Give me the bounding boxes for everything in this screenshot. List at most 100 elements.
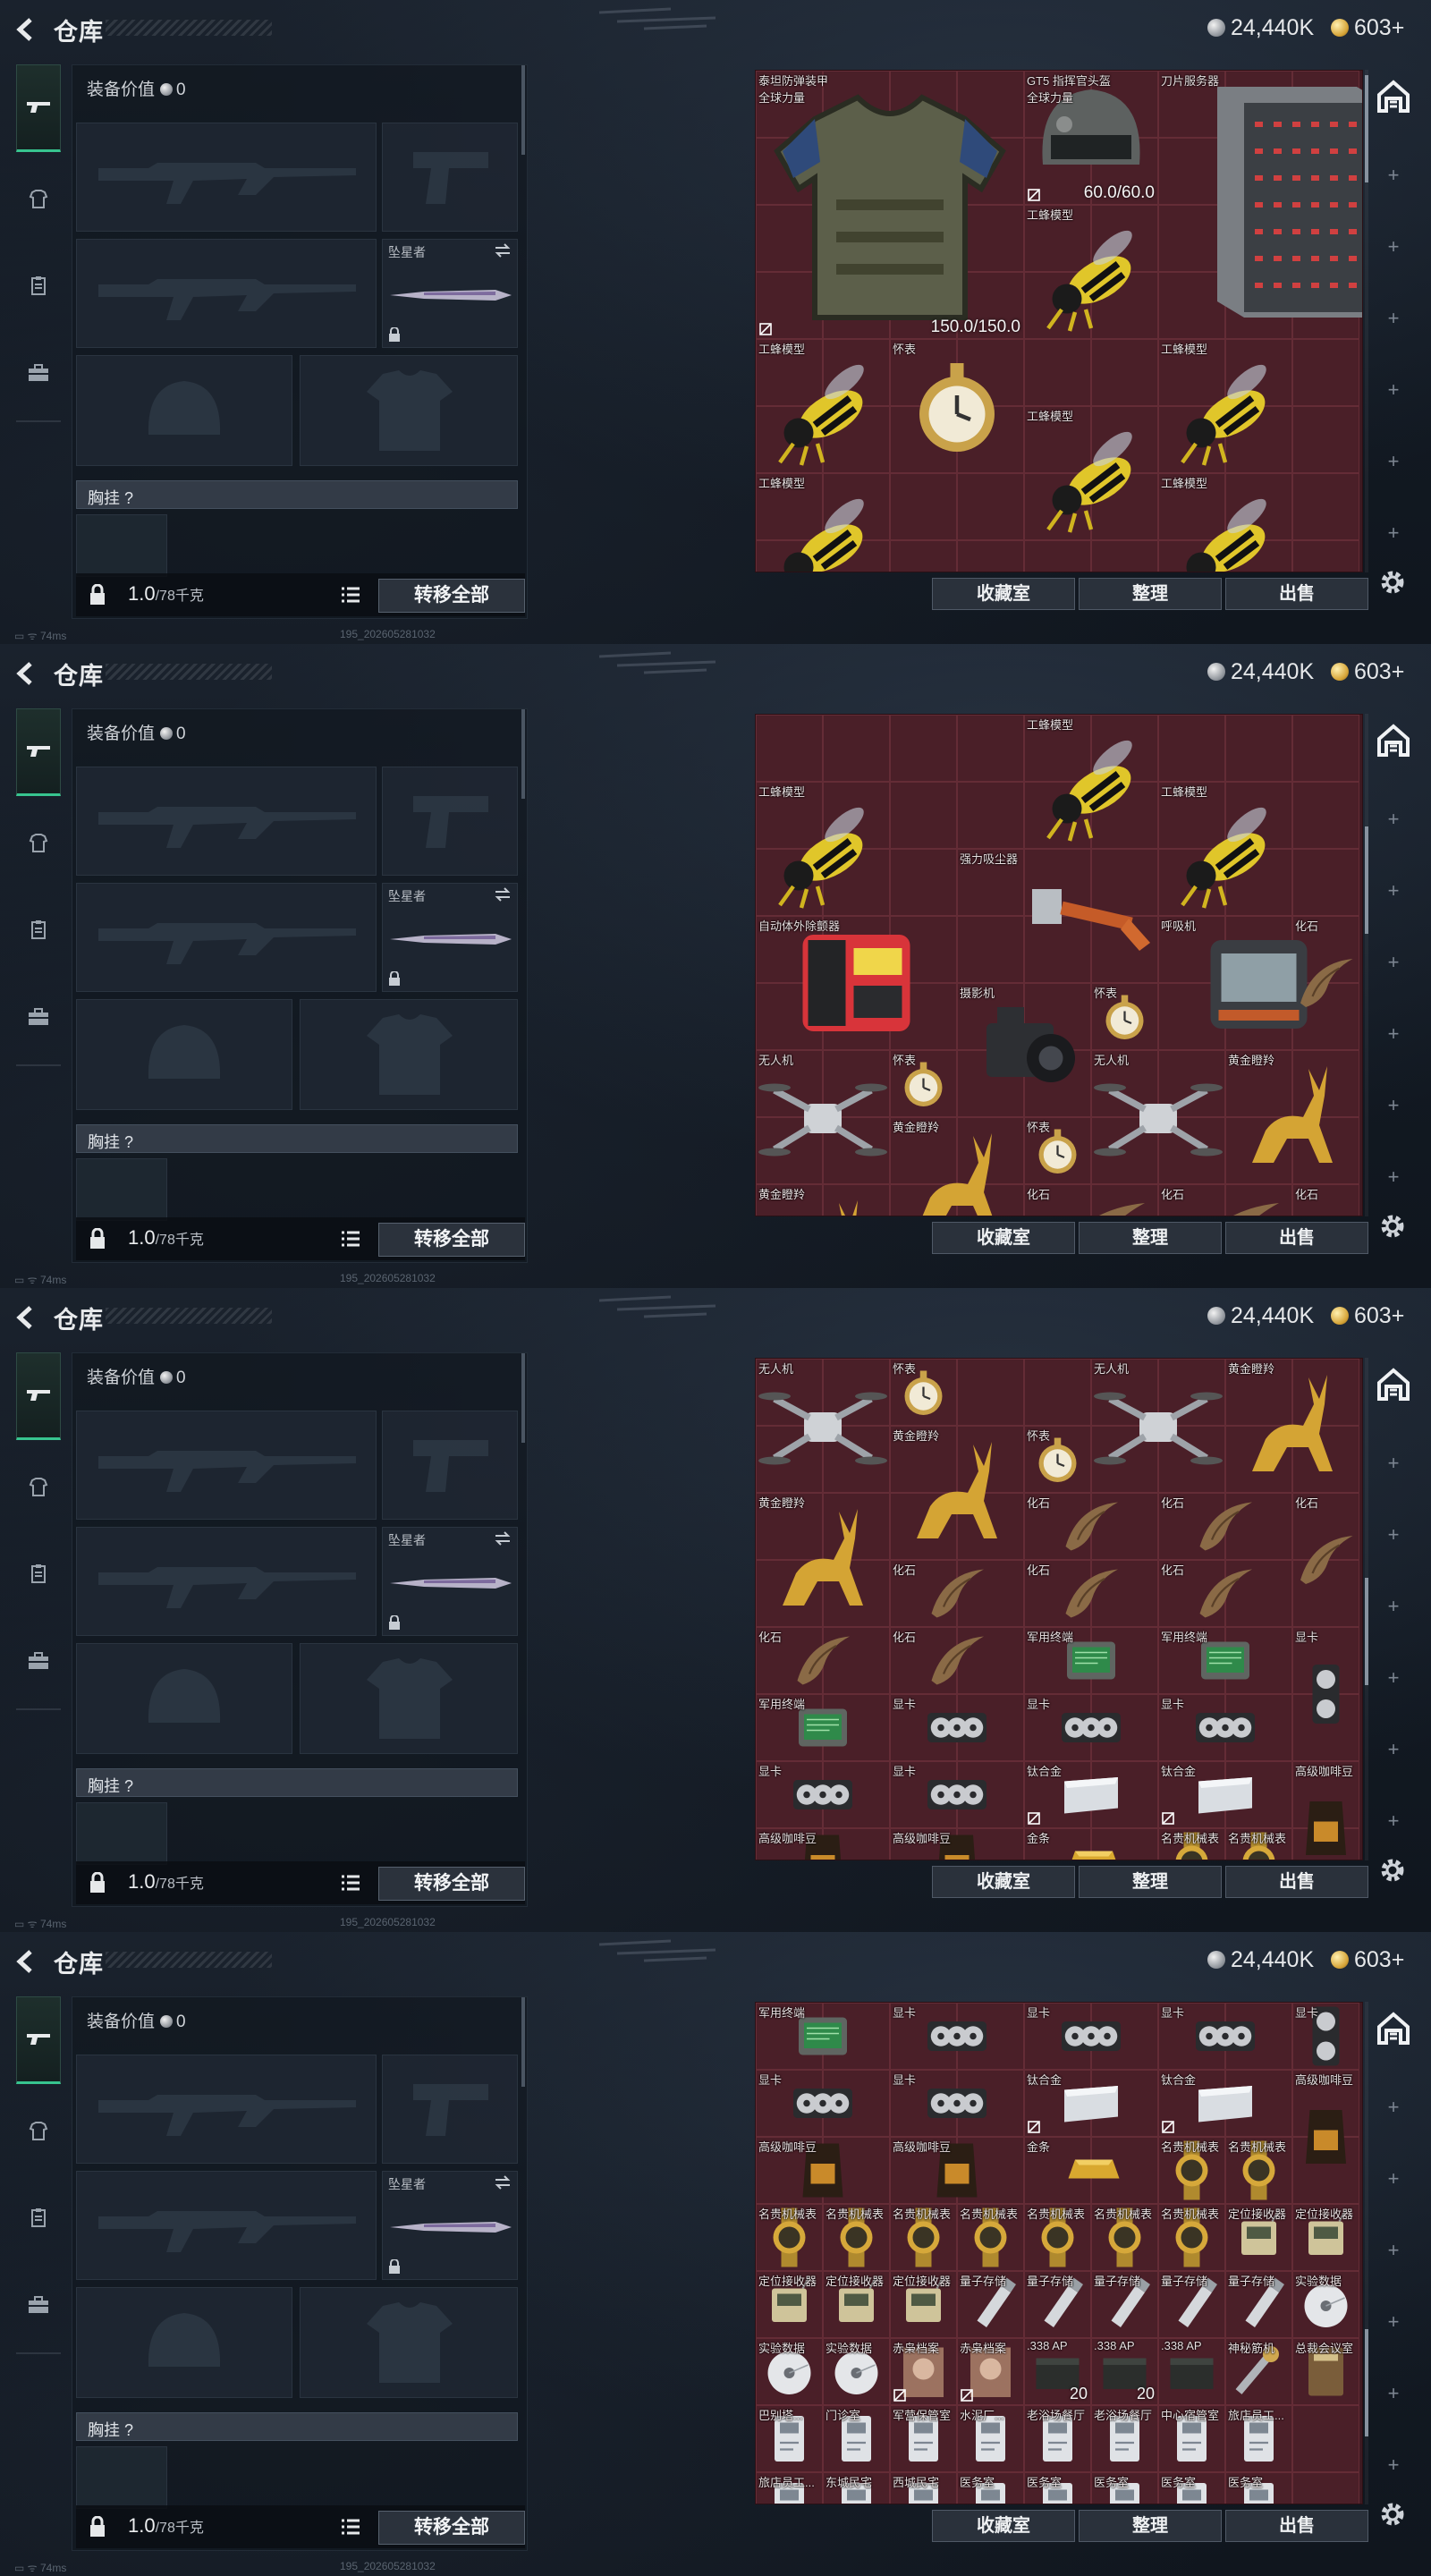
storage-item-fossil[interactable]: 化石 [890,1627,1024,1694]
storage-item-bee[interactable]: 工蜂模型 [1158,339,1292,473]
warehouse-tab-icon[interactable] [1374,1365,1413,1404]
storage-item-ammo[interactable]: .338 AP 20 [1024,2338,1091,2405]
add-tab-icon[interactable]: + [1384,523,1402,543]
add-tab-icon[interactable]: + [1384,1668,1402,1688]
storage-item-key[interactable]: 水泥厂... [957,2405,1024,2472]
storage-item-goldbar[interactable]: 金条 [1024,1828,1158,1860]
melee-slot[interactable]: 坠星者 [382,883,518,992]
sell-button[interactable]: 出售 [1225,2510,1368,2542]
storage-item-mwatch[interactable]: 名贵机械表 [756,2204,823,2271]
warehouse-tab-icon[interactable] [1374,77,1413,116]
storage-item-mwatch[interactable]: 名贵机械表 [890,2204,957,2271]
storage-item-fossil[interactable]: 化石 [1158,1493,1292,1560]
storage-item-key[interactable]: 老浴场餐厅 [1024,2405,1091,2472]
currency-gold[interactable]: 603+ [1331,15,1404,41]
list-icon[interactable] [341,1230,360,1248]
storage-item-fossil[interactable]: 化石 [1024,1184,1158,1216]
storage-item-fossil[interactable]: 化石 [1024,1493,1158,1560]
storage-cell[interactable] [756,715,823,782]
currency-silver[interactable]: 24,440K [1207,659,1314,685]
primary-weapon-slot[interactable] [76,767,377,876]
storage-scroll-thumb[interactable] [1365,2329,1368,2436]
add-tab-icon[interactable]: + [1384,165,1402,185]
storage-scroll-thumb[interactable] [1365,826,1368,934]
add-tab-icon[interactable]: + [1384,2097,1402,2117]
storage-scrollbar[interactable] [1365,2002,1368,2504]
storage-scrollbar[interactable] [1365,714,1368,1216]
storage-item-titanium[interactable]: 钛合金 [1024,2070,1158,2137]
storage-grid[interactable]: 工蜂模型 工蜂模型 工蜂模型 强力吸尘器 自动体外除颤器 呼吸机 化石 摄影机 怀表 无人机 怀表无… [755,714,1363,1216]
storage-cell[interactable] [1292,406,1359,473]
storage-cell[interactable] [890,715,957,782]
storage-item-key[interactable]: 医务室 [1225,2472,1292,2504]
melee-slot[interactable]: 坠星者 [382,239,518,348]
settings-gear-icon[interactable] [1377,1855,1408,1885]
storage-item-gazelle[interactable]: 黄金瞪羚 [756,1184,890,1216]
collection-room-button[interactable]: 收藏室 [932,1222,1075,1254]
collection-room-button[interactable]: 收藏室 [932,2510,1075,2542]
storage-item-fossil[interactable]: 化石 [1024,1560,1158,1627]
storage-cell[interactable] [1292,2405,1359,2472]
add-tab-icon[interactable]: + [1384,953,1402,972]
currency-silver[interactable]: 24,440K [1207,1947,1314,1973]
add-tab-icon[interactable]: + [1384,380,1402,400]
storage-item-fossil[interactable]: 化石 [890,1560,1024,1627]
currency-silver[interactable]: 24,440K [1207,1303,1314,1329]
storage-item-watch[interactable]: 怀表 [890,1359,957,1426]
add-tab-icon[interactable]: + [1384,1525,1402,1545]
currency-gold[interactable]: 603+ [1331,659,1404,685]
storage-item-gpu[interactable]: 显卡 [890,2003,1024,2070]
primary-weapon-slot[interactable] [76,1411,377,1520]
chest-rig-slot[interactable] [76,1158,167,1221]
storage-scrollbar[interactable] [1365,70,1368,572]
add-tab-icon[interactable]: + [1384,881,1402,901]
add-tab-icon[interactable]: + [1384,2384,1402,2403]
pistol-slot[interactable] [382,1411,518,1520]
storage-cell[interactable] [1024,1359,1091,1426]
list-icon[interactable] [341,586,360,604]
nav-pouch[interactable] [16,2195,61,2240]
storage-item-key[interactable]: 巴别塔... [756,2405,823,2472]
primary-weapon-slot[interactable] [76,123,377,232]
storage-cell[interactable] [823,715,890,782]
storage-item-gazelle[interactable]: 黄金瞪羚 [890,1426,1024,1560]
storage-cell[interactable] [957,540,1024,572]
storage-item-watch[interactable]: 怀表 [1091,983,1158,1050]
storage-item-goldbar[interactable]: 金条 [1024,2137,1158,2204]
storage-item-mwatch[interactable]: 名贵机械表 [1225,1828,1292,1860]
storage-item-bee[interactable]: 工蜂模型 [756,473,890,572]
storage-item-gpu[interactable]: 显卡 [1158,1694,1292,1761]
add-tab-icon[interactable]: + [1384,2169,1402,2189]
storage-item-terminal[interactable]: 军用终端 [1158,1627,1292,1694]
storage-item-fossil[interactable]: 化石 [1292,1493,1359,1627]
storage-item-receiver[interactable]: 定位接收器 [756,2271,823,2338]
list-icon[interactable] [341,1874,360,1892]
nav-armor[interactable] [16,2109,61,2154]
storage-item-gazelle[interactable]: 黄金瞪羚 [1225,1359,1359,1493]
nav-pouch[interactable] [16,263,61,308]
transfer-all-button[interactable]: 转移全部 [378,1223,525,1257]
storage-scrollbar[interactable] [1365,1358,1368,1860]
storage-item-gpu[interactable]: 显卡 [1024,1694,1158,1761]
storage-cell[interactable] [1292,782,1359,849]
helmet-slot[interactable] [76,1643,292,1754]
warehouse-tab-icon[interactable] [1374,721,1413,760]
add-tab-icon[interactable]: + [1384,809,1402,829]
organize-button[interactable]: 整理 [1079,2510,1222,2542]
back-arrow-icon[interactable] [13,660,39,687]
nav-backpack[interactable] [16,351,61,395]
settings-gear-icon[interactable] [1377,567,1408,597]
storage-scroll-thumb[interactable] [1365,1578,1368,1685]
storage-item-bee[interactable]: 工蜂模型 [756,782,890,916]
storage-item-fossil[interactable]: 化石 [1292,1184,1362,1216]
storage-item-camera[interactable]: 摄影机 [957,983,1091,1117]
pistol-slot[interactable] [382,2055,518,2164]
add-tab-icon[interactable]: + [1384,2312,1402,2332]
loadout-scrollbar[interactable] [521,709,525,799]
nav-weapons[interactable] [16,1352,61,1440]
body-armor-slot[interactable] [300,2287,518,2398]
storage-item-gpu[interactable]: 显卡 [890,1694,1024,1761]
storage-item-bee[interactable]: 工蜂模型 [756,339,890,473]
nav-weapons[interactable] [16,1996,61,2084]
storage-item-key[interactable]: 西城民宅 [890,2472,957,2504]
